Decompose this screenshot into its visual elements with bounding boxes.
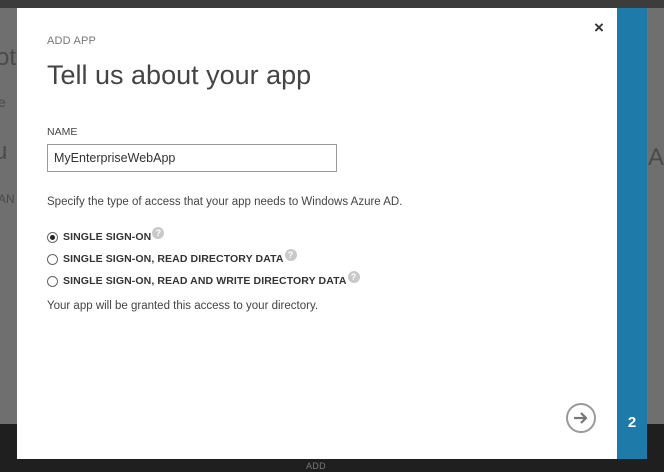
- step-number: 2: [627, 414, 637, 431]
- arrow-right-icon: [574, 412, 588, 424]
- help-icon[interactable]: ?: [284, 249, 297, 261]
- radio-button[interactable]: [47, 275, 58, 287]
- background-text: u: [0, 138, 8, 165]
- add-command-label: ADD: [306, 461, 326, 471]
- access-options: SINGLE SIGN-ON ? SINGLE SIGN-ON, READ DI…: [47, 226, 360, 292]
- wizard-progress-rail: 2: [617, 8, 647, 459]
- radio-button[interactable]: [47, 253, 58, 265]
- access-description: Specify the type of access that your app…: [47, 196, 403, 208]
- next-button[interactable]: [566, 403, 596, 433]
- option-label: SINGLE SIGN-ON: [63, 231, 152, 243]
- add-app-dialog: ADD APP Tell us about your app × NAME Sp…: [17, 8, 617, 459]
- help-icon[interactable]: ?: [152, 227, 165, 239]
- option-single-sign-on[interactable]: SINGLE SIGN-ON ?: [47, 226, 360, 248]
- background-text: ot: [0, 44, 17, 71]
- option-label: SINGLE SIGN-ON, READ AND WRITE DIRECTORY…: [63, 275, 347, 287]
- option-label: SINGLE SIGN-ON, READ DIRECTORY DATA: [63, 253, 284, 265]
- dialog-title: Tell us about your app: [47, 60, 312, 90]
- app-name-input[interactable]: [47, 144, 337, 172]
- option-read-write-directory[interactable]: SINGLE SIGN-ON, READ AND WRITE DIRECTORY…: [47, 270, 360, 292]
- radio-button-selected[interactable]: [47, 231, 58, 243]
- access-note: Your app will be granted this access to …: [47, 300, 319, 312]
- dialog-eyebrow: ADD APP: [47, 35, 97, 47]
- background-text: AN: [0, 192, 15, 206]
- close-icon[interactable]: ×: [591, 19, 607, 36]
- help-icon[interactable]: ?: [347, 271, 360, 283]
- name-label: NAME: [47, 126, 78, 138]
- option-read-directory[interactable]: SINGLE SIGN-ON, READ DIRECTORY DATA ?: [47, 248, 360, 270]
- background-text: e: [0, 94, 6, 110]
